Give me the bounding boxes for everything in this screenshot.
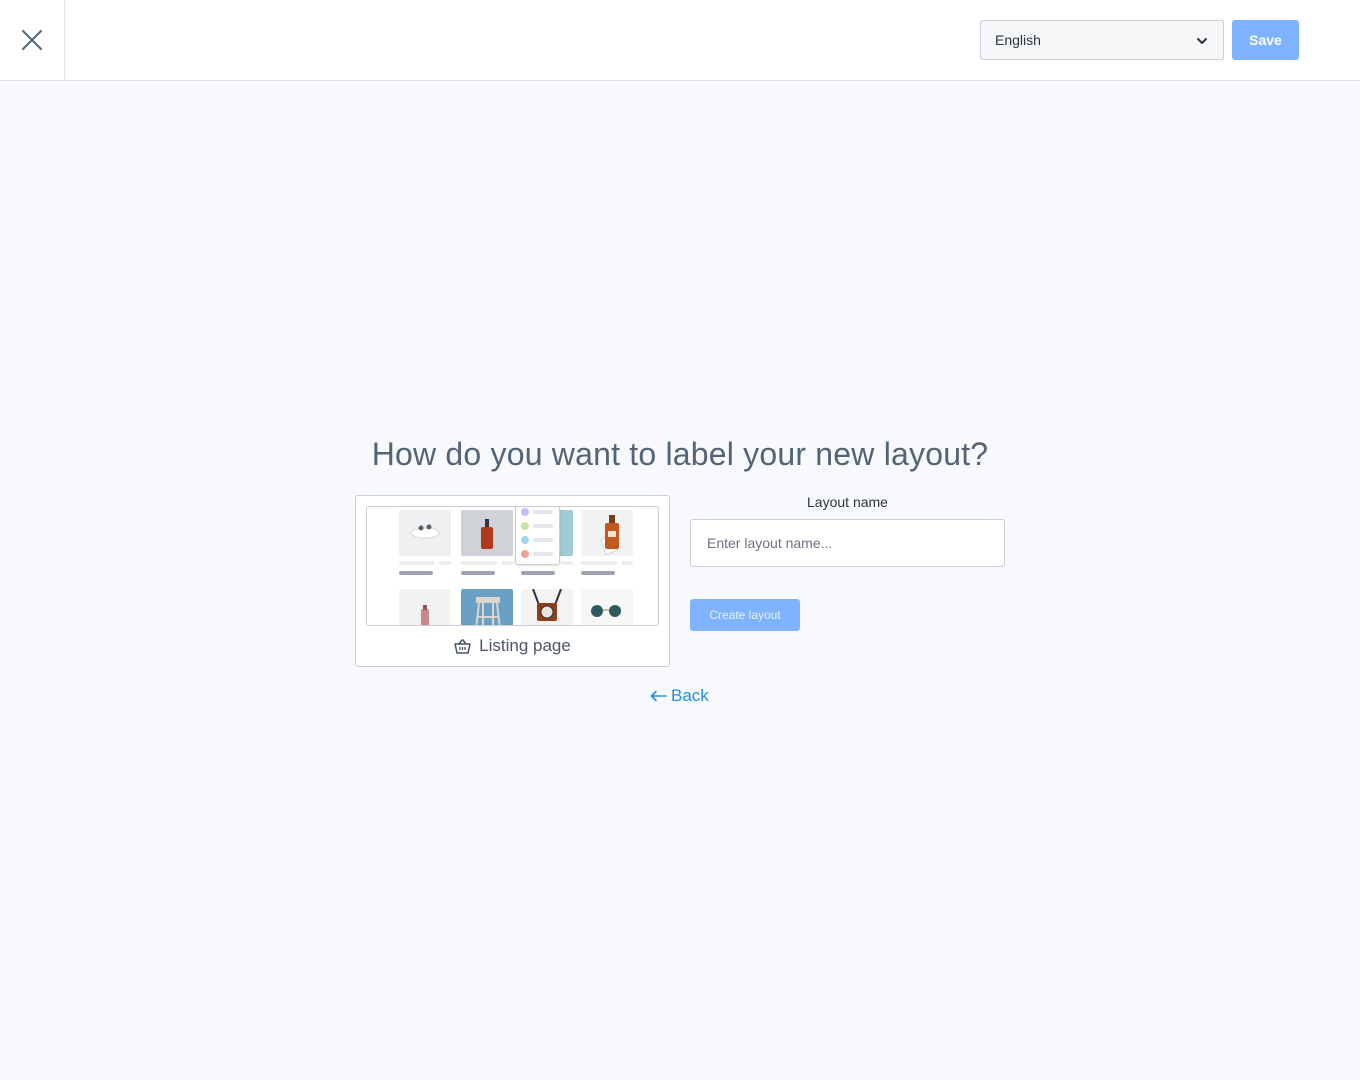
save-button[interactable]: Save — [1232, 20, 1299, 60]
create-layout-button[interactable]: Create layout — [690, 599, 800, 631]
layout-name-label: Layout name — [807, 494, 888, 510]
language-select[interactable]: English — [980, 20, 1224, 60]
top-bar: English Save — [0, 0, 1360, 81]
layout-name-input[interactable] — [690, 519, 1005, 567]
back-link[interactable]: Back — [650, 686, 709, 706]
basket-icon — [454, 638, 471, 654]
listing-page-preview-image — [366, 506, 659, 626]
arrow-left-icon — [650, 690, 667, 702]
page-title: How do you want to label your new layout… — [371, 436, 989, 472]
back-label: Back — [671, 686, 709, 705]
layout-type-card-listing[interactable]: Listing page — [355, 495, 670, 667]
chevron-down-icon — [1197, 38, 1207, 44]
language-select-value: English — [995, 32, 1041, 48]
listing-page-label: Listing page — [479, 636, 571, 655]
close-button[interactable] — [0, 0, 65, 80]
close-icon — [22, 30, 42, 50]
listing-page-option: Listing page — [356, 636, 669, 656]
